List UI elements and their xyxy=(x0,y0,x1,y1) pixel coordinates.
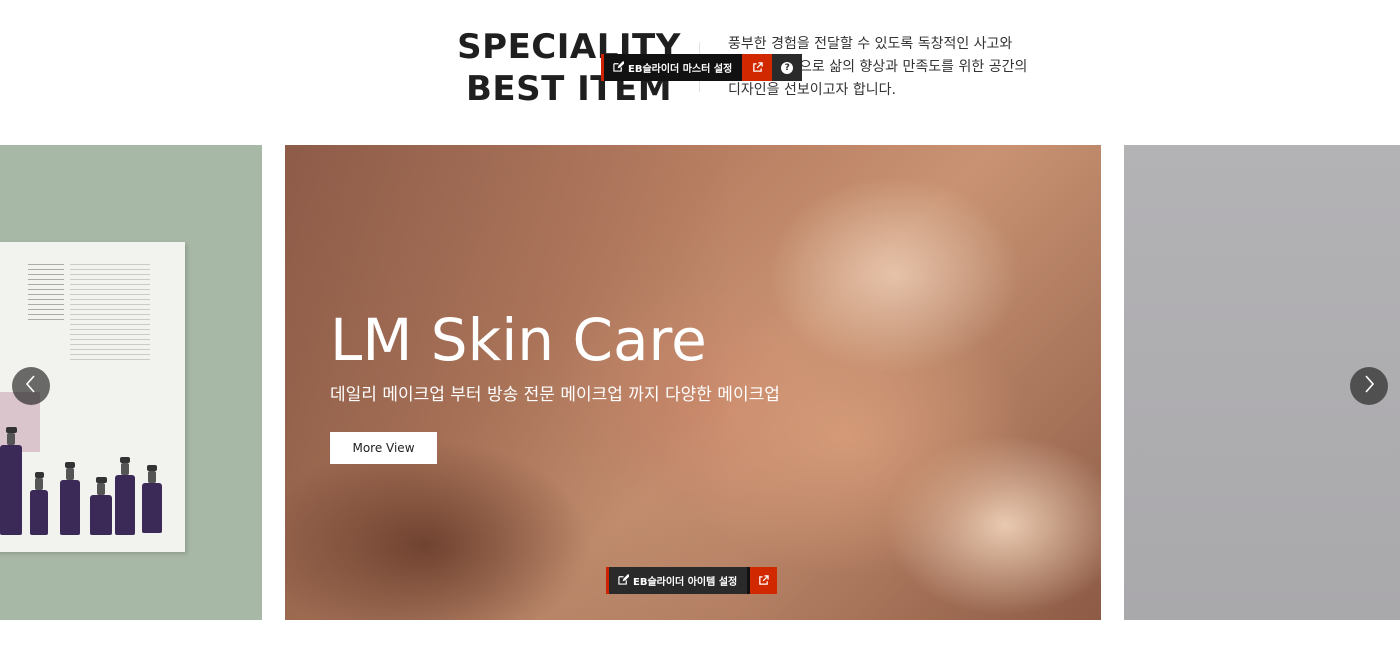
slider-item-settings-button[interactable]: EB슬라이더 아이템 설정 xyxy=(606,567,748,594)
slider-prev-button[interactable] xyxy=(12,367,50,405)
slider-item-admin-bar: EB슬라이더 아이템 설정 xyxy=(606,567,778,594)
chevron-left-icon xyxy=(24,374,38,398)
edit-icon xyxy=(613,60,625,75)
slider-item-open-button[interactable] xyxy=(747,567,778,594)
slide-subtitle: 데일리 메이크업 부터 방송 전문 메이크업 까지 다양한 메이크업 xyxy=(330,385,780,405)
help-icon: ? xyxy=(781,61,794,74)
intro-line-3: 디자인을 선보이고자 합니다. xyxy=(728,82,896,98)
edit-icon xyxy=(618,573,630,588)
chevron-right-icon xyxy=(1362,374,1376,398)
slider-master-settings-button[interactable]: EB슬라이더 마스터 설정 xyxy=(601,54,743,81)
slider-master-settings-label: EB슬라이더 마스터 설정 xyxy=(628,64,733,75)
intro-line-1: 풍부한 경험을 전달할 수 있도록 독창적인 사고와 xyxy=(728,36,1013,52)
more-view-button[interactable]: More View xyxy=(330,432,437,464)
slider-next-button[interactable] xyxy=(1350,367,1388,405)
slide-title: LM Skin Care xyxy=(330,306,707,374)
slider-master-admin-bar: EB슬라이더 마스터 설정 ? xyxy=(601,54,803,81)
slider-item-settings-label: EB슬라이더 아이템 설정 xyxy=(633,577,738,588)
external-link-icon xyxy=(752,58,763,77)
external-link-icon xyxy=(758,571,769,590)
slider-master-help-button[interactable]: ? xyxy=(772,54,803,81)
slide-current[interactable]: LM Skin Care 데일리 메이크업 부터 방송 전문 메이크업 까지 다… xyxy=(285,145,1101,620)
slider-master-open-button[interactable] xyxy=(742,54,773,81)
